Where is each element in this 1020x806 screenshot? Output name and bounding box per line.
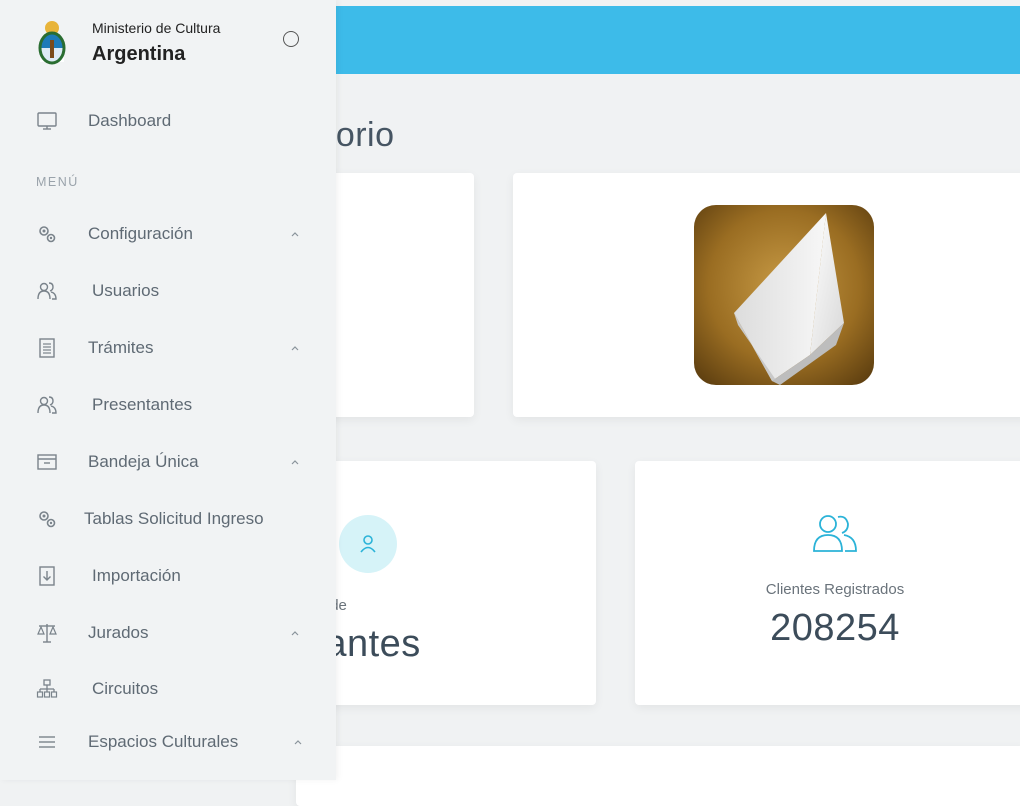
sidebar-item-importaci-n[interactable]: Importación (0, 555, 336, 595)
users-icon (811, 511, 859, 560)
chevron-up-icon[interactable] (289, 626, 301, 638)
sidebar-item-label: Circuitos (92, 679, 159, 698)
sidebar-toggle-icon[interactable] (283, 31, 299, 47)
sidebar-item-label: Espacios Culturales (88, 732, 239, 751)
sidebar-item-usuarios[interactable]: Usuarios (0, 270, 336, 310)
users-icon (36, 280, 58, 302)
chevron-up-icon[interactable] (289, 341, 301, 353)
sidebar-item-jurados[interactable]: Jurados (0, 612, 336, 652)
sidebar-item-presentantes[interactable]: Presentantes (0, 384, 336, 424)
listado-presentantes-card[interactable]: istado de entantes (271, 461, 596, 705)
brand-ministry: Ministerio de Cultura (92, 20, 221, 36)
sidebar-item-configuraci-n[interactable]: Configuración (0, 213, 336, 253)
chevron-up-icon[interactable] (292, 735, 304, 747)
menu-heading: MENÚ (36, 175, 79, 189)
gears-icon (36, 508, 58, 530)
clientes-label: Clientes Registrados (765, 581, 905, 598)
sidebar-item-espacios-culturales[interactable]: Espacios Culturales (0, 721, 336, 761)
clientes-count: 208254 (770, 607, 900, 649)
sidebar-item-label: Jurados (88, 623, 149, 642)
gears-icon (36, 223, 58, 245)
sidebar-item-bandeja-nica[interactable]: Bandeja Única (0, 441, 336, 481)
document-icon (36, 337, 58, 359)
sidebar-item-tablas-solicitud-ingreso[interactable]: Tablas Solicitud Ingreso (0, 498, 336, 538)
menu-lines-icon (36, 731, 58, 753)
sidebar-item-label: Dashboard (88, 111, 172, 130)
sidebar-item-label: Trámites (88, 338, 154, 357)
sidebar-item-label: Tablas Solicitud Ingreso (84, 509, 264, 528)
sidebar-item-label: Usuarios (92, 281, 160, 300)
sidebar-item-dashboard[interactable]: Dashboard (0, 100, 336, 140)
image-card (513, 173, 1020, 417)
sidebar-item-circuitos[interactable]: Circuitos (0, 668, 336, 708)
inbox-icon (36, 451, 58, 473)
sitemap-icon (36, 678, 58, 700)
paper-sculpture-image (694, 205, 874, 385)
monitor-icon (36, 110, 58, 132)
top-bar (336, 6, 1020, 74)
import-icon (36, 565, 58, 587)
user-icon (339, 515, 397, 573)
users-icon (36, 394, 58, 416)
sidebar-item-label: Configuración (88, 224, 193, 243)
sidebar: Ministerio de Cultura Argentina Dashboar… (0, 0, 336, 780)
main-content: ritorio fil (256, 74, 1020, 806)
brand-country: Argentina (92, 43, 186, 65)
chevron-up-icon[interactable] (289, 227, 301, 239)
chevron-up-icon[interactable] (289, 455, 301, 467)
sidebar-item-label: Bandeja Única (88, 452, 199, 471)
sidebar-item-label: Importación (92, 566, 181, 585)
argentina-crest-icon (34, 18, 70, 71)
scales-icon (36, 622, 58, 644)
clientes-registrados-card[interactable]: Clientes Registrados 208254 (635, 461, 1020, 705)
sidebar-item-label: Presentantes (92, 395, 193, 414)
bottom-card (296, 746, 1020, 806)
sidebar-item-tr-mites[interactable]: Trámites (0, 327, 336, 367)
